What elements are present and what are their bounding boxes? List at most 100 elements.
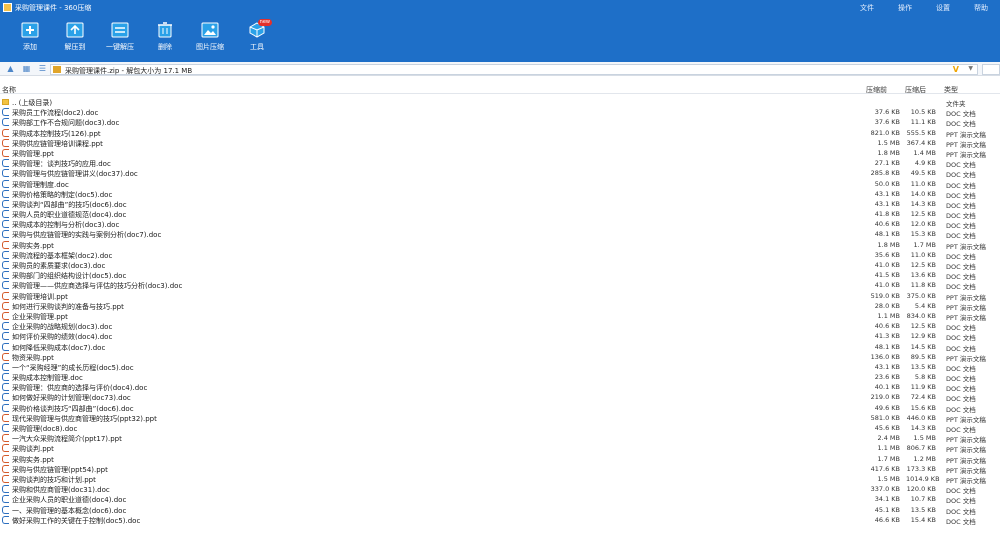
ppt-file-icon — [2, 444, 9, 453]
file-row[interactable]: 采购人员的职业道德规范(doc4).doc 41.8 KB 12.5 KB DOC 文… — [0, 209, 1000, 220]
top-menu: 文件 操作 设置 帮助 — [860, 3, 988, 13]
tools-button[interactable]: new 工具 — [237, 19, 277, 60]
file-row[interactable]: 现代采购管理与供应商管理的技巧(ppt32).ppt 581.0 KB 446.0 … — [0, 413, 1000, 424]
file-row[interactable]: 企业采购管理.ppt 1.1 MB 834.0 KB PPT 演示文稿 — [0, 311, 1000, 322]
file-packed-size: 555.5 KB — [906, 128, 936, 137]
thumbnail-view-icon[interactable]: ▦ — [22, 64, 31, 73]
file-row[interactable]: 采购谈判“四部曲”的技巧(doc6).doc 43.1 KB 14.3 KB DOC … — [0, 199, 1000, 210]
doc-file-icon — [2, 383, 9, 392]
file-row[interactable]: 物资采购.ppt 136.0 KB 89.5 KB PPT 演示文稿 — [0, 352, 1000, 363]
doc-file-icon — [2, 159, 9, 168]
menu-help[interactable]: 帮助 — [974, 3, 988, 13]
list-view-icon[interactable]: ☰ — [38, 64, 47, 73]
quick-extract-button[interactable]: 一键解压 — [100, 20, 140, 60]
file-packed-size: 89.5 KB — [910, 352, 936, 361]
image-compress-button[interactable]: 图片压缩 — [190, 20, 230, 60]
file-size: 27.1 KB — [874, 159, 900, 168]
extract-to-button[interactable]: 解压到 — [55, 20, 95, 60]
file-packed-size: 1.7 MB — [913, 240, 936, 249]
file-row[interactable]: 采购成本控制技巧(126).ppt 821.0 KB 555.5 KB PPT 演示文… — [0, 128, 1000, 139]
file-row[interactable]: 采购部工作不合规问题(doc3).doc 37.6 KB 11.1 KB DOC 文档 — [0, 117, 1000, 128]
file-size: 821.0 KB — [870, 128, 900, 137]
file-row[interactable]: 一、采购管理的基本概念(doc6).doc 45.1 KB 13.5 KB DOC 文… — [0, 505, 1000, 516]
file-packed-size: 1.4 MB — [913, 148, 936, 157]
file-packed-size: 12.5 KB — [910, 210, 936, 219]
chevron-down-icon[interactable]: ▼ — [968, 65, 973, 72]
file-row[interactable]: 采购实务.ppt 1.7 MB 1.2 MB PPT 演示文稿 — [0, 454, 1000, 465]
file-size: 2.4 MB — [877, 434, 900, 443]
ppt-file-icon — [2, 454, 9, 463]
menu-operate[interactable]: 操作 — [898, 3, 912, 13]
file-row[interactable]: 采购谈判的技巧和计划.ppt 1.5 MB 1014.9 KB PPT 演示文稿 — [0, 474, 1000, 485]
search-input[interactable] — [982, 64, 1000, 75]
menu-settings[interactable]: 设置 — [936, 3, 950, 13]
file-row[interactable]: 采购管理培训.ppt 519.0 KB 375.0 KB PPT 演示文稿 — [0, 291, 1000, 302]
file-row[interactable]: 采购流程的基本框架(doc2).doc 35.6 KB 11.0 KB DOC 文档 — [0, 250, 1000, 261]
menu-file[interactable]: 文件 — [860, 3, 874, 13]
file-packed-size: 120.0 KB — [906, 485, 936, 494]
add-button[interactable]: 添加 — [10, 20, 50, 60]
file-row[interactable]: 采购成本控制管理.doc 23.6 KB 5.8 KB DOC 文档 — [0, 372, 1000, 383]
file-packed-size: 14.0 KB — [910, 189, 936, 198]
file-packed-size: 10.7 KB — [910, 495, 936, 504]
file-row[interactable]: 采购价格谈判技巧“四部曲”(doc6).doc 49.6 KB 15.6 KB DOC… — [0, 403, 1000, 414]
file-row[interactable]: 采购谈判.ppt 1.1 MB 806.7 KB PPT 演示文稿 — [0, 443, 1000, 454]
file-row[interactable]: 采购与供应链管理的实践与案例分析(doc7).doc 48.1 KB 15.3 KB… — [0, 229, 1000, 240]
file-row[interactable]: 采购管理：谈判技巧的应用.doc 27.1 KB 4.9 KB DOC 文档 — [0, 158, 1000, 169]
file-size: 1.1 MB — [877, 311, 900, 320]
file-size: 49.6 KB — [874, 403, 900, 412]
file-size: 519.0 KB — [870, 291, 900, 300]
col-size[interactable]: 压缩前 — [866, 85, 887, 95]
zip-file-icon — [53, 66, 61, 73]
file-row[interactable]: 做好采购工作的关键在于控制(doc5).doc 46.6 KB 15.4 KB DOC… — [0, 515, 1000, 526]
file-row[interactable]: 如何进行采购谈判的准备与技巧.ppt 28.0 KB 5.4 KB PPT 演示文稿 — [0, 301, 1000, 312]
file-row[interactable]: 采购管理.ppt 1.8 MB 1.4 MB PPT 演示文稿 — [0, 148, 1000, 159]
file-row[interactable]: 如何降低采购成本(doc7).doc 48.1 KB 14.5 KB DOC 文档 — [0, 342, 1000, 353]
file-row[interactable]: 采购管理：供应商的选择与评价(doc4).doc 40.1 KB 11.9 KB DO… — [0, 382, 1000, 393]
file-row[interactable]: 企业采购的战略规划(doc3).doc 40.6 KB 12.5 KB DOC 文档 — [0, 321, 1000, 332]
file-row[interactable]: 采购管理(doc8).doc 45.6 KB 14.3 KB DOC 文档 — [0, 423, 1000, 434]
col-packed[interactable]: 压缩后 — [905, 85, 926, 95]
col-name[interactable]: 名称 — [2, 85, 16, 95]
file-packed-size: 5.8 KB — [914, 373, 936, 382]
file-row[interactable]: 采购员的素质要求(doc3).doc 41.0 KB 12.5 KB DOC 文档 — [0, 260, 1000, 271]
file-row[interactable]: 采购管理制度.doc 50.0 KB 11.0 KB DOC 文档 — [0, 179, 1000, 190]
file-row[interactable]: 采购员工作流程(doc2).doc 37.6 KB 10.5 KB DOC 文档 — [0, 107, 1000, 118]
doc-file-icon — [2, 373, 9, 382]
file-row[interactable]: 采购价格策略的制定(doc5).doc 43.1 KB 14.0 KB DOC 文档 — [0, 189, 1000, 200]
file-size: 37.6 KB — [874, 118, 900, 127]
file-size: 1.8 MB — [877, 148, 900, 157]
col-type[interactable]: 类型 — [944, 85, 958, 95]
file-size: 337.0 KB — [870, 485, 900, 494]
file-row[interactable]: 一汽大众采购流程简介(ppt17).ppt 2.4 MB 1.5 MB PPT 演示文… — [0, 433, 1000, 444]
ppt-file-icon — [2, 464, 9, 473]
file-row[interactable]: 采购部门的组织结构设计(doc5).doc 41.5 KB 13.6 KB DOC 文… — [0, 270, 1000, 281]
delete-button[interactable]: 删除 — [145, 20, 185, 60]
file-size: 40.6 KB — [874, 220, 900, 229]
file-size: 41.0 KB — [874, 261, 900, 269]
file-row[interactable]: 采购管理与供应链管理讲义(doc37).doc 285.8 KB 49.5 KB DO… — [0, 168, 1000, 179]
file-row[interactable]: 一个“采购经理”的成长历程(doc5).doc 43.1 KB 13.5 KB DOC… — [0, 362, 1000, 373]
file-size: 45.1 KB — [874, 505, 900, 514]
file-row[interactable]: 采购和供应商管理(doc31).doc 337.0 KB 120.0 KB DOC 文… — [0, 484, 1000, 495]
doc-file-icon — [2, 220, 9, 229]
title-bar: 采购管理课件 - 360压缩 文件 操作 设置 帮助 — [0, 0, 1000, 16]
doc-file-icon — [2, 515, 9, 524]
file-row[interactable]: 企业采购人员的职业道德(doc4).doc 34.1 KB 10.7 KB DOC 文… — [0, 494, 1000, 505]
security-v-icon[interactable]: V — [953, 65, 959, 74]
file-row[interactable]: .. (上级目录) 文件夹 — [0, 97, 1000, 108]
file-row[interactable]: 采购成本的控制与分析(doc3).doc 40.6 KB 12.0 KB DOC 文档 — [0, 219, 1000, 230]
file-row[interactable]: 采购供应链管理培训课程.ppt 1.5 MB 367.4 KB PPT 演示文稿 — [0, 138, 1000, 149]
file-row[interactable]: 如何做好采购的计划管理(doc73).doc 219.0 KB 72.4 KB DOC… — [0, 392, 1000, 403]
file-size: 41.0 KB — [874, 281, 900, 290]
file-row[interactable]: 如何评价采购的绩效(doc4).doc 41.3 KB 12.9 KB DOC 文档 — [0, 331, 1000, 342]
file-row[interactable]: 采购实务.ppt 1.8 MB 1.7 MB PPT 演示文稿 — [0, 240, 1000, 251]
file-row[interactable]: 采购与供应链管理(ppt54).ppt 417.6 KB 173.3 KB PPT 演… — [0, 464, 1000, 475]
doc-file-icon — [2, 250, 9, 259]
up-arrow-icon[interactable]: ▲ — [6, 64, 15, 73]
file-packed-size: 4.9 KB — [914, 159, 936, 168]
tools-icon: new — [248, 19, 272, 38]
path-field[interactable]: 采购管理课件.zip - 解包大小为 17.1 MB V ▼ — [50, 64, 978, 75]
file-row[interactable]: 采购管理——供应商选择与评估的技巧分析(doc3).doc 41.0 KB 11.8… — [0, 280, 1000, 291]
ppt-file-icon — [2, 128, 9, 137]
